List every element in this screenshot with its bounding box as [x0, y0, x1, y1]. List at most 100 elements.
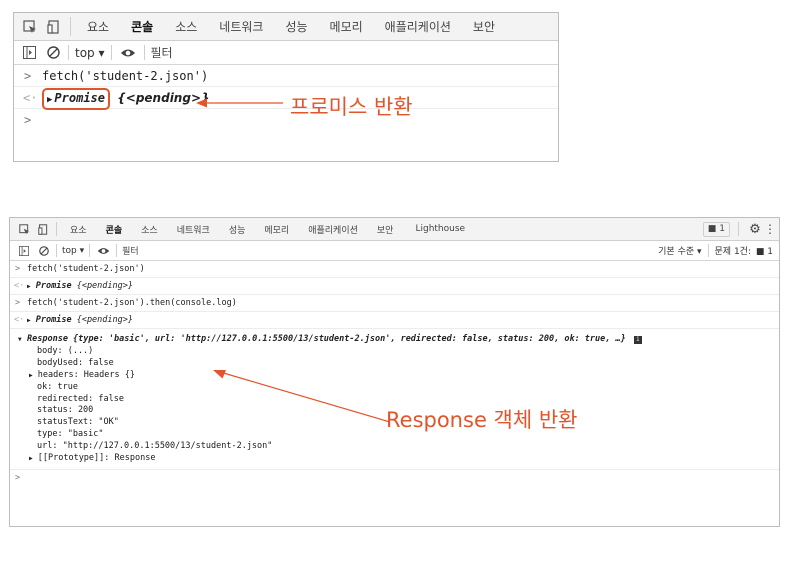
- tab-application[interactable]: 애플리케이션: [385, 18, 451, 35]
- clear-console-icon[interactable]: [36, 243, 51, 258]
- message-icon: ■: [707, 224, 717, 234]
- promise-keyword: Promise: [35, 315, 72, 325]
- console-input-line[interactable]: >: [14, 109, 558, 131]
- tab-console[interactable]: 콘솔: [131, 18, 153, 35]
- response-property: body: (...): [37, 345, 94, 356]
- issues-label: 문제 1건:: [714, 247, 751, 257]
- expand-triangle-icon: ▶: [29, 455, 33, 463]
- collapse-triangle-icon: ▼: [18, 336, 22, 343]
- command-text: fetch('student-2.json'): [42, 69, 209, 83]
- promise-state: {<pending>}: [76, 281, 133, 291]
- tab-sources[interactable]: 소스: [141, 223, 158, 236]
- prompt-chevron: >: [15, 298, 21, 308]
- response-property: bodyUsed: false: [37, 357, 114, 368]
- tab-sources[interactable]: 소스: [175, 18, 197, 35]
- annotation-promise-return: 프로미스 반환: [290, 95, 413, 119]
- more-options-icon[interactable]: ⋮: [763, 221, 777, 237]
- return-arrow-icon: <·: [14, 281, 25, 291]
- tab-lighthouse[interactable]: Lighthouse: [415, 224, 465, 234]
- divider: [89, 244, 91, 257]
- command-text: fetch('student-2.json').then(console.log…: [27, 298, 237, 308]
- device-toolbar-icon[interactable]: [44, 17, 64, 37]
- divider: [56, 244, 57, 257]
- clear-console-icon[interactable]: [44, 44, 62, 62]
- tab-security[interactable]: 보안: [473, 18, 495, 35]
- devtools-console-panel-top: 요소 콘솔 소스 네트워크 성능 메모리 애플리케이션 보안 top ▾ 필터 …: [13, 12, 559, 162]
- console-command-line: > fetch('student-2.json').then(console.l…: [10, 295, 779, 312]
- filter-input[interactable]: 필터: [122, 244, 139, 257]
- console-command-line: > fetch('student-2.json'): [14, 65, 558, 87]
- context-selector[interactable]: top ▾: [75, 46, 105, 60]
- divider: [68, 45, 69, 60]
- console-result-line: <· ▶ Promise {<pending>}: [10, 312, 779, 329]
- divider: [143, 45, 145, 60]
- prompt-chevron: >: [15, 472, 21, 483]
- response-property-text: [[Prototype]]: Response: [37, 453, 156, 464]
- promise-state: {<pending>}: [76, 315, 133, 325]
- tab-performance[interactable]: 성능: [285, 18, 307, 35]
- messages-count: 1: [719, 224, 725, 234]
- response-property: ok: true: [37, 381, 78, 392]
- response-summary[interactable]: ▼ Response {type: 'basic', url: 'http://…: [18, 334, 779, 346]
- tab-memory[interactable]: 메모리: [264, 223, 289, 236]
- sidebar-toggle-icon[interactable]: [16, 243, 31, 258]
- tab-elements[interactable]: 요소: [70, 223, 87, 236]
- expand-triangle-icon: ▶: [47, 95, 53, 105]
- command-text: fetch('student-2.json'): [27, 264, 145, 274]
- response-property-headers[interactable]: ▶ headers: Headers {}: [27, 370, 779, 382]
- issues-button[interactable]: 문제 1건: ■ 1: [715, 244, 773, 257]
- console-output: > fetch('student-2.json') <· ▶ Promise {…: [10, 261, 779, 487]
- promise-keyword: Promise: [54, 91, 105, 105]
- response-property: url: "http://127.0.0.1:5500/13/student-2…: [37, 441, 273, 452]
- tab-memory[interactable]: 메모리: [330, 18, 363, 35]
- console-input-line[interactable]: >: [10, 470, 779, 487]
- annotation-arrow: [196, 98, 283, 108]
- response-prototype[interactable]: ▶ [[Prototype]]: Response: [27, 453, 779, 465]
- tab-application[interactable]: 애플리케이션: [308, 223, 358, 236]
- tab-network[interactable]: 네트워크: [219, 18, 263, 35]
- promise-highlight-box[interactable]: ▶ Promise: [42, 88, 110, 110]
- devtools-console-panel-bottom: 요소 콘솔 소스 네트워크 성능 메모리 애플리케이션 보안 Lighthous…: [9, 217, 780, 527]
- tab-console[interactable]: 콘솔: [106, 223, 123, 236]
- info-icon: i: [633, 336, 642, 344]
- console-output: > fetch('student-2.json') <· ▶ Promise {<…: [14, 65, 558, 131]
- eye-icon[interactable]: [95, 243, 111, 258]
- annotation-response-return: Response 객체 반환: [386, 408, 578, 432]
- prompt-chevron: >: [24, 113, 32, 127]
- issues-icon: ■: [755, 247, 765, 257]
- return-arrow-icon: <·: [23, 91, 38, 105]
- divider: [738, 222, 739, 236]
- tab-elements[interactable]: 요소: [87, 18, 109, 35]
- divider: [116, 244, 118, 257]
- divider: [56, 222, 57, 236]
- return-arrow-icon: <·: [14, 315, 25, 325]
- divider: [110, 45, 112, 60]
- context-selector[interactable]: top ▾: [62, 246, 84, 256]
- annotation-arrow: [213, 370, 391, 423]
- divider: [707, 244, 709, 257]
- devtools-tab-bar: 요소 콘솔 소스 네트워크 성능 메모리 애플리케이션 보안 Lighthous…: [10, 218, 779, 241]
- device-toolbar-icon[interactable]: [35, 221, 51, 237]
- prompt-chevron: >: [24, 69, 32, 83]
- tab-performance[interactable]: 성능: [229, 223, 246, 236]
- prompt-chevron: >: [15, 264, 21, 274]
- inspect-element-icon[interactable]: [16, 221, 32, 237]
- default-levels-dropdown[interactable]: 기본 수준 ▾: [658, 244, 701, 257]
- issues-count: 1: [767, 247, 773, 257]
- tab-network[interactable]: 네트워크: [177, 223, 210, 236]
- filter-input[interactable]: 필터: [151, 44, 173, 61]
- console-toolbar: top ▾ 필터: [14, 41, 558, 65]
- messages-badge[interactable]: ■ 1: [702, 221, 730, 237]
- expand-triangle-icon[interactable]: ▶: [27, 283, 31, 290]
- console-result-line: <· ▶ Promise {<pending>}: [14, 87, 558, 110]
- settings-gear-icon[interactable]: ⚙: [747, 221, 763, 237]
- promise-keyword: Promise: [35, 281, 72, 291]
- sidebar-toggle-icon[interactable]: [20, 44, 38, 62]
- console-result-line: <· ▶ Promise {<pending>}: [10, 278, 779, 295]
- inspect-element-icon[interactable]: [20, 17, 40, 37]
- eye-icon[interactable]: [118, 44, 138, 62]
- response-log-entry: ▼ Response {type: 'basic', url: 'http://…: [10, 329, 779, 470]
- devtools-tab-bar: 요소 콘솔 소스 네트워크 성능 메모리 애플리케이션 보안: [14, 13, 558, 41]
- expand-triangle-icon[interactable]: ▶: [27, 317, 31, 324]
- tab-security[interactable]: 보안: [377, 223, 394, 236]
